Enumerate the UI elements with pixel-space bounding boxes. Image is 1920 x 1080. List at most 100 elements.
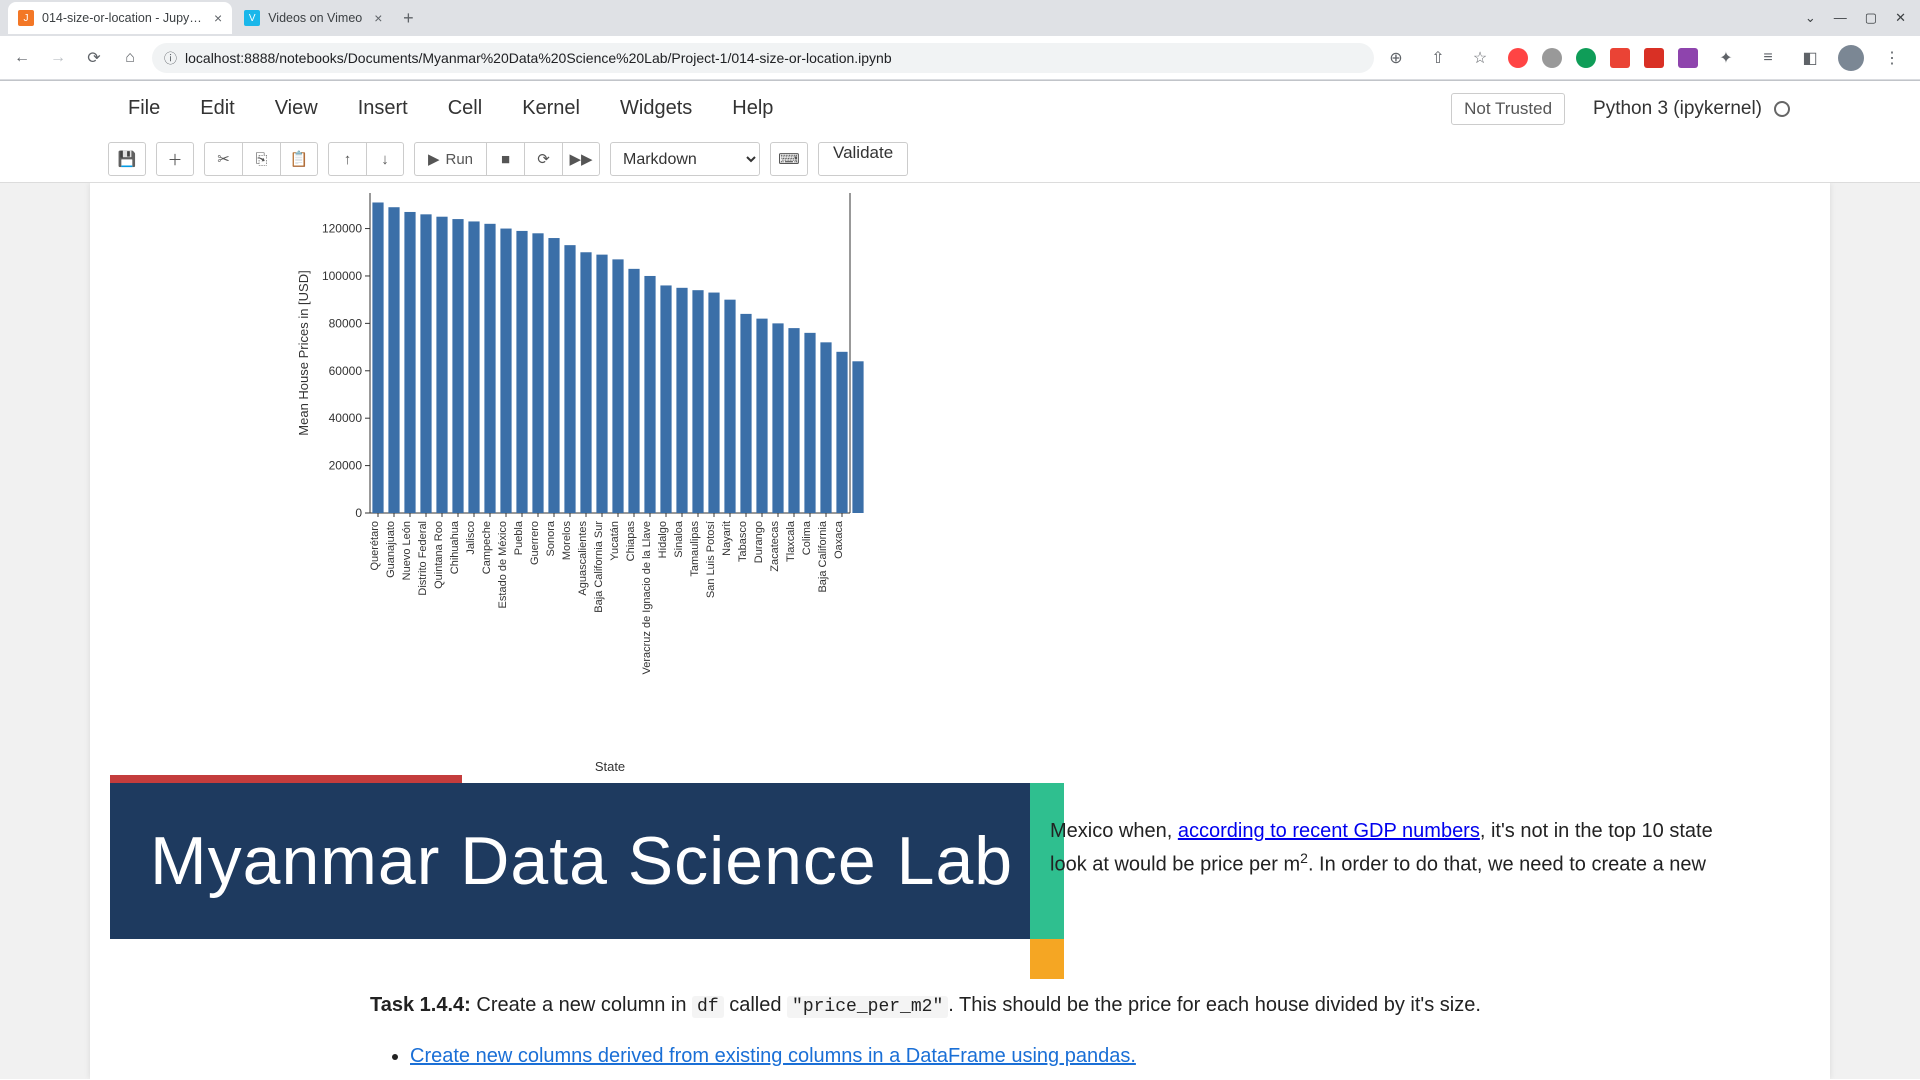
restart-run-all-button[interactable]: ▶▶ — [562, 142, 600, 176]
extension-icon[interactable] — [1508, 48, 1528, 68]
menu-cell[interactable]: Cell — [428, 89, 502, 128]
vimeo-favicon: V — [244, 10, 260, 26]
close-icon[interactable]: ✕ — [1895, 10, 1906, 26]
svg-text:60000: 60000 — [329, 364, 363, 378]
close-icon[interactable]: × — [214, 10, 222, 26]
validate-button[interactable]: Validate — [818, 142, 908, 176]
home-button[interactable]: ⌂ — [116, 44, 144, 72]
minimize-icon[interactable]: — — [1834, 10, 1847, 26]
cell-type-select[interactable]: Markdown — [610, 142, 760, 176]
menu-help[interactable]: Help — [712, 89, 793, 128]
svg-text:Jalisco: Jalisco — [465, 521, 477, 555]
url-field[interactable]: ⓘ localhost:8888/notebooks/Documents/Mya… — [152, 43, 1374, 73]
zoom-icon[interactable]: ⊕ — [1382, 44, 1410, 72]
svg-text:Quintana Roo: Quintana Roo — [433, 521, 445, 589]
restart-button[interactable]: ⟳ — [524, 142, 562, 176]
svg-text:Tamaulipas: Tamaulipas — [689, 521, 701, 577]
browser-tab-vimeo[interactable]: V Videos on Vimeo × — [234, 2, 392, 34]
svg-text:Hidalgo: Hidalgo — [657, 521, 669, 558]
svg-text:0: 0 — [355, 506, 362, 520]
menu-view[interactable]: View — [255, 89, 338, 128]
svg-text:Chihuahua: Chihuahua — [449, 520, 461, 574]
run-button[interactable]: ▶ Run — [414, 142, 486, 176]
svg-text:Yucatán: Yucatán — [609, 521, 621, 561]
reload-button[interactable]: ⟳ — [80, 44, 108, 72]
svg-text:Tabasco: Tabasco — [737, 521, 749, 562]
extension-icon[interactable] — [1644, 48, 1664, 68]
svg-text:San Luis Potosí: San Luis Potosí — [705, 521, 717, 598]
svg-text:Estado de México: Estado de México — [497, 521, 509, 608]
svg-text:Querétaro: Querétaro — [369, 521, 381, 571]
resource-link-item: Create new columns derived from existing… — [410, 1040, 1500, 1072]
svg-text:Tlaxcala: Tlaxcala — [785, 520, 797, 562]
banner-accent-red — [110, 775, 462, 783]
interrupt-button[interactable]: ■ — [486, 142, 524, 176]
site-info-icon[interactable]: ⓘ — [164, 48, 177, 67]
jupyter-favicon: J — [18, 10, 34, 26]
banner-main: Myanmar Data Science Lab — [110, 783, 1030, 939]
extension-icon[interactable] — [1542, 48, 1562, 68]
jupyter-menubar: File Edit View Insert Cell Kernel Widget… — [0, 81, 1920, 136]
menu-icon[interactable]: ⋮ — [1878, 44, 1906, 72]
chart-output: 020000400006000080000100000120000Mean Ho… — [110, 183, 1810, 803]
svg-text:Morelos: Morelos — [561, 521, 573, 561]
extension-icon[interactable] — [1610, 48, 1630, 68]
side-panel-icon[interactable]: ◧ — [1796, 44, 1824, 72]
svg-text:Mean House Prices in [USD]: Mean House Prices in [USD] — [296, 270, 311, 435]
paste-button[interactable]: 📋 — [280, 142, 318, 176]
move-down-button[interactable]: ↓ — [366, 142, 404, 176]
trust-button[interactable]: Not Trusted — [1451, 93, 1565, 125]
svg-text:80000: 80000 — [329, 316, 363, 330]
menu-edit[interactable]: Edit — [180, 89, 254, 128]
menu-insert[interactable]: Insert — [338, 89, 428, 128]
svg-text:Sonora: Sonora — [545, 520, 557, 556]
svg-text:Sinaloa: Sinaloa — [673, 520, 685, 558]
svg-text:Zacatecas: Zacatecas — [769, 521, 781, 572]
close-icon[interactable]: × — [374, 10, 382, 26]
svg-text:Distrito Federal: Distrito Federal — [417, 521, 429, 596]
cut-button[interactable]: ✂ — [204, 142, 242, 176]
kernel-status-icon[interactable] — [1774, 101, 1790, 117]
browser-tab-jupyter[interactable]: J 014-size-or-location - Jupyter N × — [8, 2, 232, 34]
svg-text:Campeche: Campeche — [481, 521, 493, 574]
profile-avatar[interactable] — [1838, 45, 1864, 71]
resource-link[interactable]: Create new columns derived from existing… — [410, 1045, 1136, 1067]
tab-title: 014-size-or-location - Jupyter N — [42, 11, 202, 25]
svg-text:Veracruz de Ignacio de la Llav: Veracruz de Ignacio de la Llave — [641, 521, 653, 675]
svg-text:Aguascalientes: Aguascalientes — [577, 521, 589, 596]
bookmark-icon[interactable]: ☆ — [1466, 44, 1494, 72]
chevron-down-icon[interactable]: ⌄ — [1805, 10, 1816, 26]
kernel-name[interactable]: Python 3 (ipykernel) — [1593, 98, 1762, 120]
svg-text:Baja California: Baja California — [817, 520, 829, 592]
svg-text:Puebla: Puebla — [513, 520, 525, 555]
gdp-link[interactable]: according to recent GDP numbers — [1178, 820, 1480, 842]
svg-text:Nuevo León: Nuevo León — [401, 521, 413, 580]
move-up-button[interactable]: ↑ — [328, 142, 366, 176]
extensions-icon[interactable]: ✦ — [1712, 44, 1740, 72]
insert-cell-button[interactable]: ＋ — [156, 142, 194, 176]
svg-text:100000: 100000 — [322, 269, 362, 283]
command-palette-button[interactable]: ⌨ — [770, 142, 808, 176]
svg-text:Baja California Sur: Baja California Sur — [593, 521, 605, 613]
svg-text:State: State — [595, 759, 625, 774]
menu-kernel[interactable]: Kernel — [502, 89, 600, 128]
url-text: localhost:8888/notebooks/Documents/Myanm… — [185, 50, 892, 66]
banner-title: Myanmar Data Science Lab — [150, 822, 1013, 900]
forward-button[interactable]: → — [44, 44, 72, 72]
svg-text:40000: 40000 — [329, 411, 363, 425]
menu-widgets[interactable]: Widgets — [600, 89, 712, 128]
back-button[interactable]: ← — [8, 44, 36, 72]
tab-title: Videos on Vimeo — [268, 11, 362, 25]
maximize-icon[interactable]: ▢ — [1865, 10, 1877, 26]
jupyter-toolbar: 💾 ＋ ✂ ⎘ 📋 ↑ ↓ ▶ Run ■ ⟳ ▶▶ Markdown ⌨ Va… — [0, 136, 1920, 183]
save-button[interactable]: 💾 — [108, 142, 146, 176]
new-tab-button[interactable]: + — [394, 4, 422, 32]
partial-paragraph: Mexico when, according to recent GDP num… — [1050, 815, 1850, 881]
menu-file[interactable]: File — [108, 89, 180, 128]
copy-button[interactable]: ⎘ — [242, 142, 280, 176]
svg-text:Nayarit: Nayarit — [721, 521, 733, 556]
extension-icon[interactable] — [1678, 48, 1698, 68]
extension-icon[interactable] — [1576, 48, 1596, 68]
reading-list-icon[interactable]: ≡ — [1754, 44, 1782, 72]
share-icon[interactable]: ⇧ — [1424, 44, 1452, 72]
